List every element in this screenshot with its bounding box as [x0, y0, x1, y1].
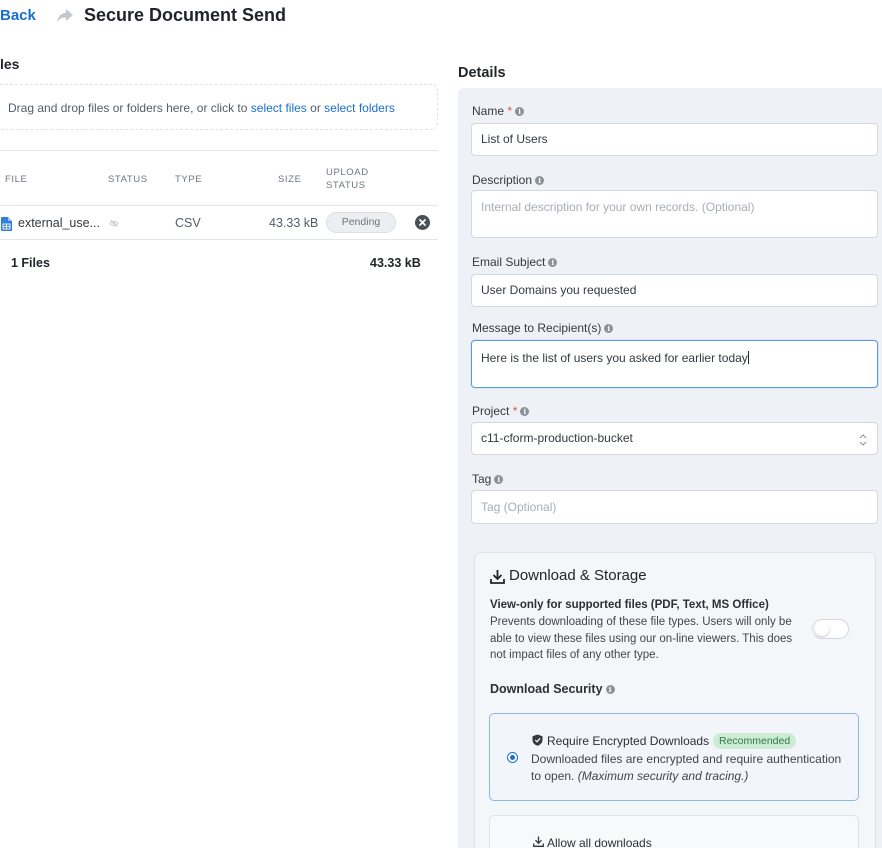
info-icon[interactable]: i: [535, 176, 545, 185]
email-subject-label-text: Email Subject: [472, 255, 546, 269]
view-only-title: View-only for supported files (PDF, Text…: [490, 599, 769, 611]
message-value: Here is the list of users you asked for …: [481, 351, 748, 365]
tag-label: Tag i: [472, 472, 504, 486]
description-label-text: Description: [472, 173, 533, 187]
email-subject-field[interactable]: User Domains you requested: [471, 274, 878, 307]
column-header-size[interactable]: SIZE: [278, 174, 302, 185]
page-header: Back Secure Document Send: [0, 0, 882, 34]
file-type: CSV: [175, 216, 201, 230]
allow-all-downloads-title: Allow all downloads: [547, 836, 652, 848]
dropzone-instructions: Drag and drop files or folders here, or …: [8, 101, 251, 115]
file-size: 43.33 kB: [269, 216, 319, 230]
download-storage-card: [474, 552, 876, 848]
select-folders-link[interactable]: select folders: [324, 101, 395, 115]
column-header-file[interactable]: FILE: [5, 174, 27, 185]
download-security-label-text: Download Security: [490, 682, 603, 696]
info-icon[interactable]: i: [605, 685, 615, 694]
table-row[interactable]: external_use... CSV 43.33 kB Pending: [0, 206, 438, 240]
text-caret: [747, 351, 749, 364]
required-mark: *: [512, 404, 518, 418]
upload-status-badge: Pending: [326, 212, 396, 233]
encrypted-downloads-radio[interactable]: [507, 752, 518, 763]
description-placeholder: Internal description for your own record…: [481, 200, 755, 214]
page-title: Secure Document Send: [84, 5, 287, 25]
select-files-link[interactable]: select files: [251, 101, 307, 115]
info-icon[interactable]: i: [520, 407, 530, 416]
select-arrows-icon: [859, 434, 867, 446]
name-label: Name * i: [472, 104, 525, 118]
shield-check-icon: [532, 734, 543, 746]
project-select[interactable]: c11-cform-production-bucket: [471, 422, 878, 455]
eye-slash-icon: [109, 219, 119, 228]
recommended-badge: Recommended: [713, 733, 797, 749]
remove-file-icon[interactable]: [415, 215, 430, 230]
files-table-header: FILE STATUS TYPE SIZE UPLOAD STATUS: [0, 151, 438, 206]
view-only-description: Prevents downloading of these file types…: [490, 616, 793, 661]
name-field[interactable]: List of Users: [471, 123, 878, 156]
download-icon: [533, 836, 544, 847]
name-label-text: Name: [472, 104, 505, 118]
name-field-value: List of Users: [481, 132, 548, 146]
total-files-count: 1 Files: [11, 256, 50, 270]
spreadsheet-file-icon: [1, 217, 12, 231]
option-allow-all-downloads[interactable]: [489, 815, 859, 848]
column-header-upload-status[interactable]: UPLOAD STATUS: [326, 166, 376, 192]
file-name[interactable]: external_use...: [18, 216, 100, 230]
message-field[interactable]: Here is the list of users you asked for …: [471, 340, 878, 388]
email-subject-value: User Domains you requested: [481, 283, 637, 297]
email-subject-label: Email Subject i: [472, 255, 558, 269]
encrypted-downloads-note: (Maximum security and tracing.): [577, 768, 749, 783]
project-label-text: Project: [472, 404, 510, 418]
toggle-knob: [815, 622, 829, 636]
project-label: Project * i: [472, 404, 530, 418]
tag-placeholder: Tag (Optional): [481, 500, 557, 514]
radio-selected-dot: [510, 755, 515, 760]
dropzone-or: or: [306, 101, 325, 115]
tag-label-text: Tag: [472, 472, 492, 486]
view-only-toggle[interactable]: [812, 619, 849, 639]
info-icon[interactable]: i: [604, 324, 614, 333]
column-header-type[interactable]: TYPE: [175, 174, 202, 185]
total-files-size: 43.33 kB: [370, 256, 421, 270]
download-icon: [490, 570, 505, 584]
encrypted-downloads-title: Require Encrypted Downloads: [547, 734, 710, 748]
description-field[interactable]: Internal description for your own record…: [471, 190, 878, 238]
info-icon[interactable]: i: [548, 258, 558, 267]
info-icon[interactable]: i: [515, 107, 525, 116]
files-heading: les: [0, 56, 20, 72]
dropzone-text: Drag and drop files or folders here, or …: [8, 101, 395, 115]
encrypted-downloads-description: Downloaded files are encrypted and requi…: [531, 751, 851, 784]
file-dropzone[interactable]: Drag and drop files or folders here, or …: [0, 84, 438, 130]
column-header-status[interactable]: STATUS: [108, 174, 148, 185]
back-button[interactable]: Back: [0, 7, 36, 24]
info-icon[interactable]: i: [494, 475, 504, 484]
files-table: FILE STATUS TYPE SIZE UPLOAD STATUS exte…: [0, 150, 438, 240]
tag-field[interactable]: Tag (Optional): [471, 490, 878, 524]
share-arrow-icon: [57, 9, 73, 23]
required-mark: *: [507, 104, 513, 118]
project-selected-value: c11-cform-production-bucket: [481, 431, 633, 445]
message-label-text: Message to Recipient(s): [472, 321, 602, 335]
description-label: Description i: [472, 173, 545, 187]
message-label: Message to Recipient(s) i: [472, 321, 614, 335]
details-heading: Details: [458, 65, 506, 81]
download-security-label: Download Security i: [490, 682, 615, 696]
download-storage-title: Download & Storage: [509, 567, 647, 584]
